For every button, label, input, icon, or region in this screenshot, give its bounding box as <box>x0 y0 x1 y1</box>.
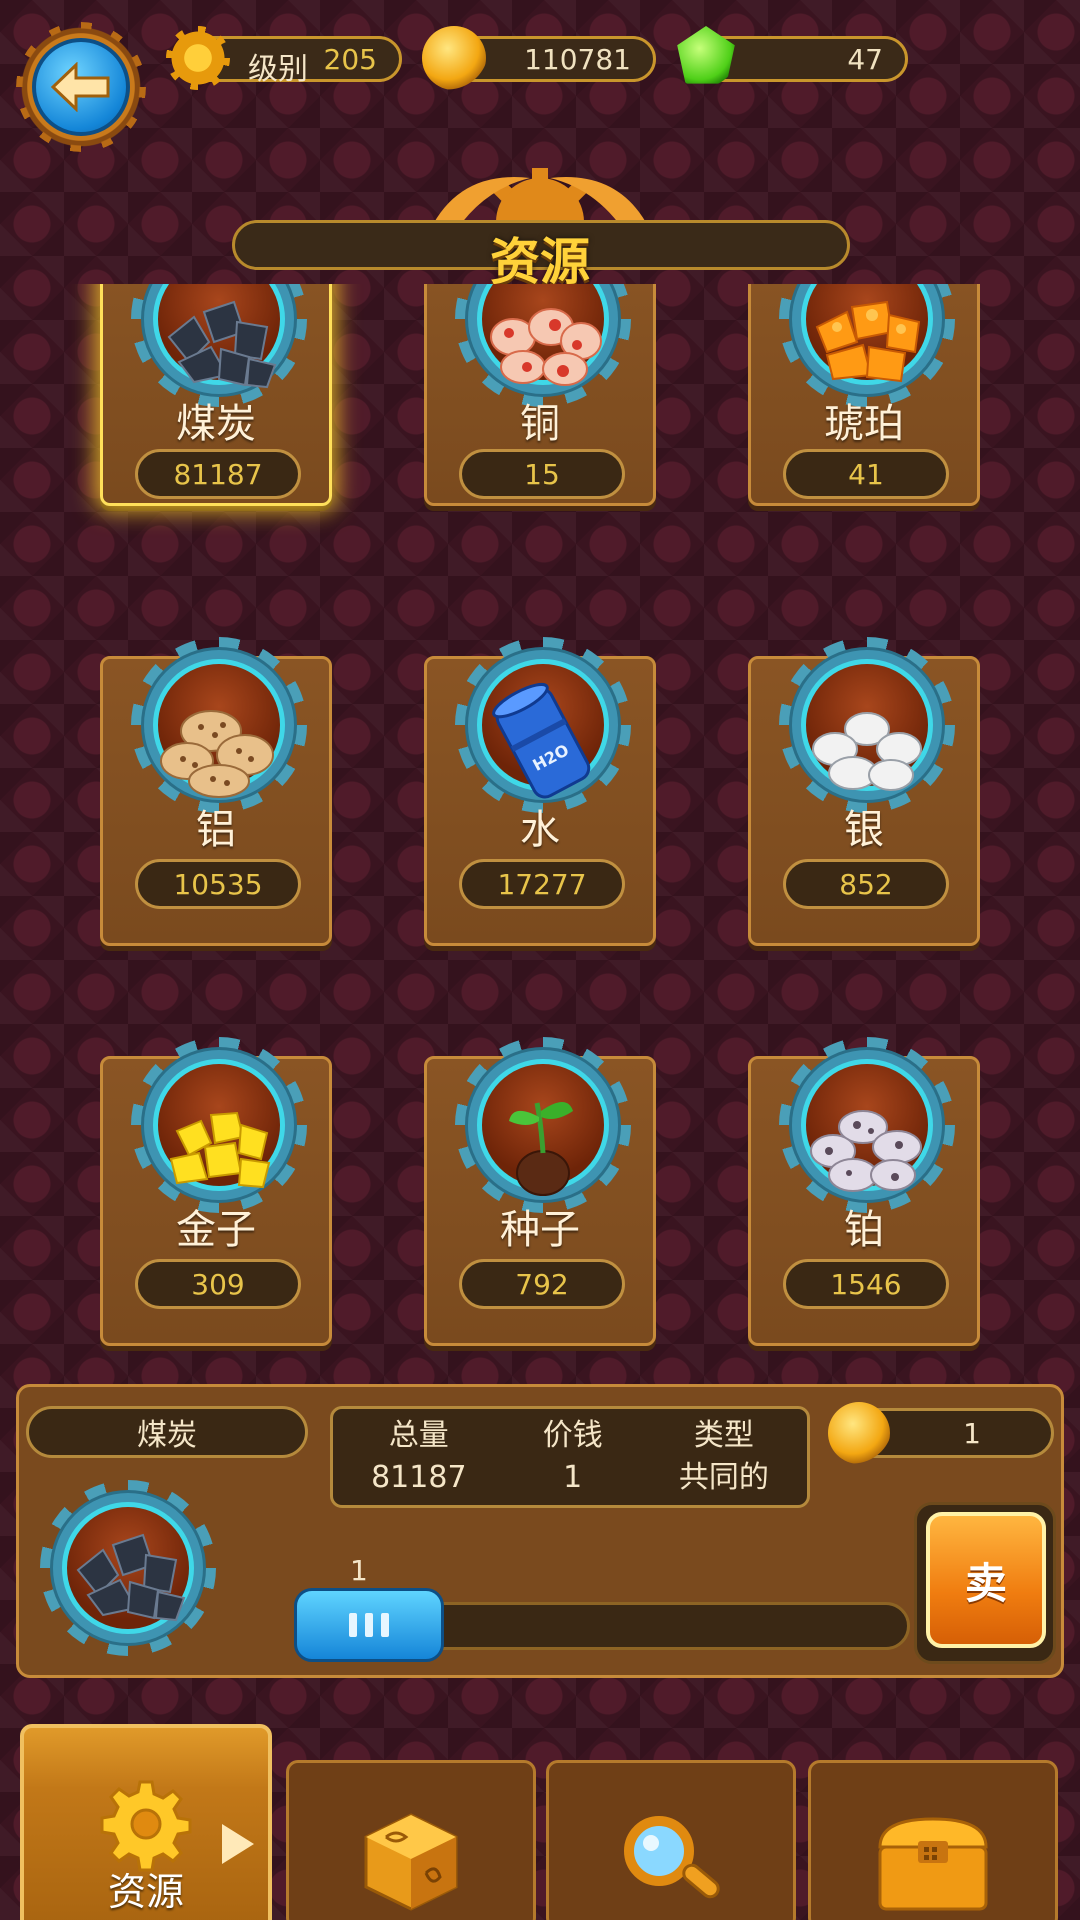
resource-count: 17277 <box>459 859 625 909</box>
coal-icon <box>76 1533 186 1622</box>
resource-name: 金子 <box>176 1207 256 1253</box>
cube-icon <box>364 1813 458 1911</box>
stat-total-value: 81187 <box>371 1460 467 1495</box>
resource-card-seed[interactable]: 种子 792 <box>424 1037 656 1346</box>
resource-card-gold[interactable]: 金子 309 <box>100 1037 332 1346</box>
selected-resource-name: 煤炭 <box>26 1406 308 1458</box>
silver-ore-icon <box>812 712 922 791</box>
coin-icon <box>422 26 486 90</box>
back-button[interactable] <box>16 22 146 152</box>
resource-name: 铂 <box>844 1207 884 1253</box>
gems-value: 47 <box>847 42 883 76</box>
resource-name: 琥珀 <box>824 401 904 447</box>
resource-name: 铜 <box>520 401 560 447</box>
resource-count: 792 <box>459 1259 625 1309</box>
resource-card-platinum[interactable]: 铂 1546 <box>748 1037 980 1346</box>
chest-icon <box>878 1817 988 1911</box>
resource-grid: 煤炭 81187 铜 15 琥珀 41 铝 10535 H2O 水 17277 … <box>0 284 1080 1364</box>
quantity-slider-handle[interactable] <box>294 1588 444 1662</box>
resource-count: 1546 <box>783 1259 949 1309</box>
magnifier-icon <box>624 1816 720 1899</box>
sell-button[interactable]: 卖 <box>926 1512 1046 1648</box>
resource-name: 种子 <box>500 1207 580 1253</box>
platinum-ore-icon <box>810 1110 922 1192</box>
gold-nuggets-icon <box>169 1111 271 1189</box>
tab-label: 资源 <box>107 1870 184 1914</box>
resource-count: 41 <box>783 449 949 499</box>
stat-type-value: 共同的 <box>678 1460 769 1495</box>
level-gear-icon <box>166 26 230 90</box>
resource-name: 铝 <box>196 807 236 853</box>
play-arrow-icon <box>222 1824 254 1864</box>
resource-card-silver[interactable]: 银 852 <box>748 637 980 946</box>
resource-card-aluminum[interactable]: 铝 10535 <box>100 637 332 946</box>
sell-total-value: 1 <box>963 1416 981 1450</box>
amber-icon <box>815 300 921 383</box>
resource-count: 10535 <box>135 859 301 909</box>
resource-card-water[interactable]: H2O 水 17277 <box>424 637 656 946</box>
resource-count: 309 <box>135 1259 301 1309</box>
resource-count: 81187 <box>135 449 301 499</box>
stat-price-value: 1 <box>563 1460 583 1495</box>
resource-name: 煤炭 <box>176 401 256 447</box>
stat-type-label: 类型 <box>693 1418 754 1453</box>
resource-count: 15 <box>459 449 625 499</box>
resource-count: 852 <box>783 859 949 909</box>
gear-icon <box>100 1780 192 1872</box>
stat-total: 总量 81187 <box>371 1415 466 1499</box>
stat-price: 价钱 1 <box>543 1415 603 1499</box>
stat-type: 类型 共同的 <box>679 1415 769 1499</box>
resource-name: 银 <box>844 807 884 853</box>
tab-cube[interactable] <box>286 1760 536 1920</box>
resource-stats: 总量 81187 价钱 1 类型 共同的 <box>330 1406 810 1508</box>
tab-search[interactable] <box>546 1760 796 1920</box>
back-arrow-icon <box>32 38 130 136</box>
tab-resources[interactable]: 资源 <box>20 1724 272 1920</box>
stat-price-label: 价钱 <box>542 1418 603 1453</box>
level-value: 205 <box>323 42 377 76</box>
seed-sprout-icon <box>509 1102 573 1196</box>
aluminum-ore-icon <box>160 710 274 798</box>
coal-icon <box>167 300 277 389</box>
water-barrel-icon: H2O <box>492 682 591 799</box>
copper-ore-icon <box>490 308 602 386</box>
tab-chest[interactable] <box>808 1760 1058 1920</box>
coins-value: 110781 <box>524 42 631 76</box>
level-label: 级别 <box>248 52 308 87</box>
coin-icon <box>828 1402 890 1464</box>
quantity-value: 1 <box>350 1554 368 1587</box>
resource-name: 水 <box>520 807 560 853</box>
resource-card-coal[interactable]: 煤炭 81187 <box>100 284 332 506</box>
stat-total-label: 总量 <box>388 1418 449 1453</box>
resource-card-copper[interactable]: 铜 15 <box>424 284 656 506</box>
resource-card-amber[interactable]: 琥珀 41 <box>748 284 980 506</box>
